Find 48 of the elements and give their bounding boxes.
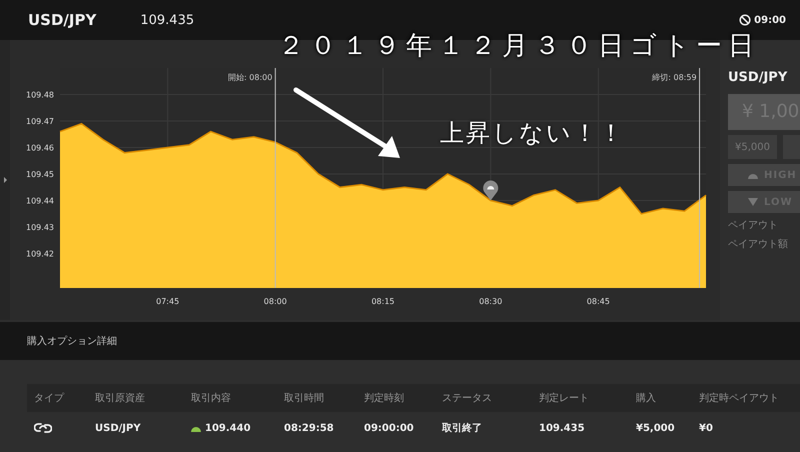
x-tick-label: 08:15 (371, 297, 395, 306)
table-cell-text: 09:00:00 (363, 422, 415, 434)
time-marker-label: 締切: 08:59 (652, 73, 697, 82)
annotation-title: ２０１９年１２月３０日ゴトー日 (278, 30, 760, 63)
column-header: 取引内容 (190, 392, 232, 405)
side-handle[interactable] (0, 40, 10, 320)
column-header: タイプ (33, 392, 66, 405)
column-header: ステータス (441, 392, 493, 405)
x-tick-label: 07:45 (156, 297, 180, 306)
up-icon (748, 172, 758, 178)
section-title: 購入オプション詳細 (27, 334, 117, 348)
y-tick-label: 109.43 (26, 223, 54, 232)
y-tick-label: 109.42 (26, 250, 54, 259)
y-tick-label: 109.45 (26, 170, 54, 180)
column-header: 判定時ペイアウト (698, 392, 780, 405)
prohibit-icon (739, 14, 752, 26)
y-tick-label: 109.44 (26, 196, 54, 206)
panel-currency-pair: USD/JPY (728, 70, 788, 85)
table-cell-text: 08:29:58 (283, 422, 335, 434)
time-marker-label: 開始: 08:00 (228, 73, 272, 82)
table-cell-text: ¥0 (698, 422, 714, 434)
table-cell: 109.440 (205, 422, 251, 434)
current-price: 109.435 (140, 12, 194, 28)
table-cell-text: 取引終了 (440, 422, 483, 435)
annotation-caption: 上昇しない！！ (440, 118, 625, 149)
y-tick-label: 109.46 (26, 144, 54, 153)
table-cell-text: USD/JPY (94, 422, 142, 434)
column-header: 判定時刻 (363, 392, 405, 405)
x-tick-label: 08:00 (264, 297, 287, 306)
quick-amount-button[interactable]: ¥5,000 (728, 135, 778, 159)
column-header: 判定レート (538, 392, 590, 405)
table-cell-text: 109.435 (538, 422, 586, 434)
table-cell-text: ¥5,000 (635, 422, 676, 434)
payout-amount-label: ペイアウト額 (728, 238, 789, 251)
column-header: 取引原資産 (94, 392, 146, 405)
down-icon (748, 198, 758, 206)
column-header: 取引時間 (283, 392, 325, 405)
y-tick-label: 109.48 (26, 90, 54, 100)
payout-label: ペイアウト (728, 219, 779, 232)
x-tick-label: 08:45 (586, 297, 610, 306)
caret-icon (4, 177, 6, 183)
x-tick-label: 08:30 (479, 297, 502, 306)
y-tick-label: 109.47 (26, 117, 54, 126)
link-icon (34, 421, 52, 435)
column-header: 購入 (635, 392, 657, 405)
expiry-time: 09:00 (754, 14, 786, 26)
entry-pin-icon (483, 180, 498, 201)
currency-pair: USD/JPY (28, 11, 96, 29)
